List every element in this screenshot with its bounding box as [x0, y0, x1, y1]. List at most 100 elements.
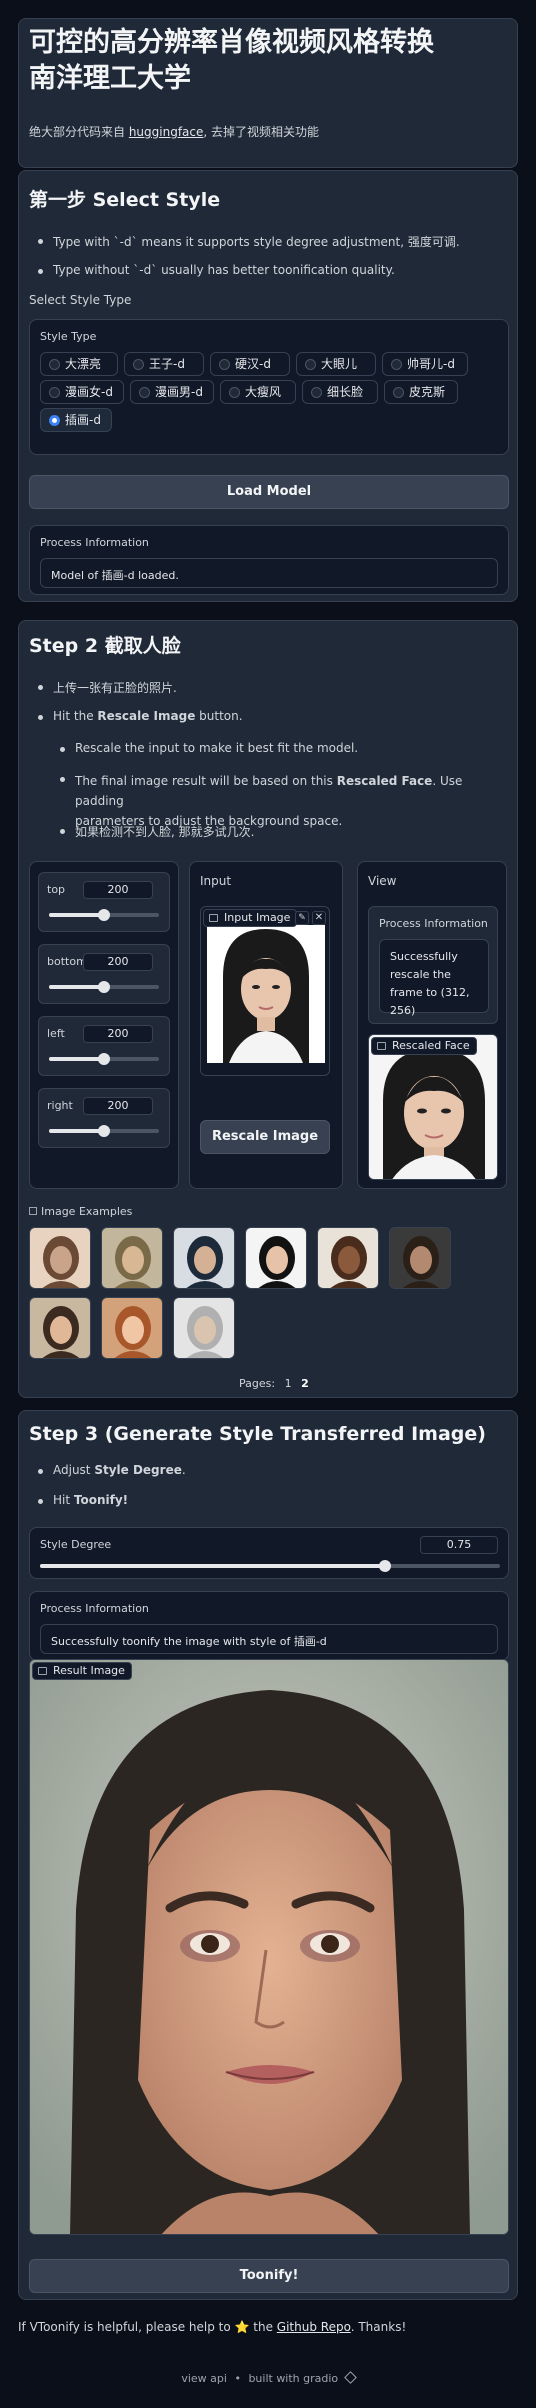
- page-2-link[interactable]: 2: [301, 1377, 309, 1390]
- radio-icon[interactable]: [49, 359, 60, 370]
- radio-icon[interactable]: [391, 359, 402, 370]
- example-portrait: [42, 1306, 80, 1358]
- rescaled-face-tag-label: Rescaled Face: [392, 1039, 470, 1052]
- image-icon: [38, 1667, 47, 1675]
- style-option[interactable]: 王子-d: [124, 352, 204, 376]
- footer-note: If VToonify is helpful, please help to ⭐…: [18, 2320, 406, 2334]
- style-degree-input[interactable]: 0.75: [420, 1536, 498, 1554]
- style-type-group: Style Type 大漂亮 王子-d 硬汉-d 大眼儿 帅哥儿-d 漫画女-d 漫画男-d…: [29, 319, 509, 455]
- example-thumbnail[interactable]: [29, 1297, 91, 1359]
- radio-icon[interactable]: [305, 359, 316, 370]
- step1-process-text: Model of 插画-d loaded.: [40, 558, 498, 588]
- gradio-logo-icon: [343, 2371, 357, 2384]
- pages-label: Pages:: [239, 1377, 276, 1390]
- gradio-footer: view api • built with gradio: [0, 2371, 536, 2385]
- example-thumbnail[interactable]: [245, 1227, 307, 1289]
- example-thumbnail[interactable]: [389, 1227, 451, 1289]
- example-thumbnail[interactable]: [173, 1297, 235, 1359]
- radio-icon[interactable]: [219, 359, 230, 370]
- view-label: View: [368, 874, 397, 888]
- pagination: Pages: 1 2: [239, 1377, 309, 1390]
- radio-icon[interactable]: [393, 387, 404, 398]
- input-image-container[interactable]: Input Image ✎ ✕: [200, 906, 330, 1076]
- step1-bullet-2: Type without `-d` usually has better too…: [38, 263, 395, 277]
- style-option[interactable]: 硬汉-d: [210, 352, 290, 376]
- input-image-tag: Input Image: [203, 909, 298, 927]
- load-model-button[interactable]: Load Model: [29, 475, 509, 509]
- example-thumbnail[interactable]: [101, 1297, 163, 1359]
- style-option[interactable]: 大眼儿: [296, 352, 376, 376]
- style-option[interactable]: 帅哥儿-d: [382, 352, 468, 376]
- padding-slider-thumb[interactable]: [98, 1125, 110, 1137]
- style-degree-fill: [40, 1564, 385, 1568]
- toonify-button[interactable]: Toonify!: [29, 2259, 509, 2293]
- radio-icon[interactable]: [229, 387, 240, 398]
- style-option[interactable]: 皮克斯: [384, 380, 458, 404]
- padding-bottom-control: bottom 200: [38, 944, 170, 1004]
- step2-bullet-1: 上传一张有正脸的照片.: [38, 681, 177, 695]
- style-option[interactable]: 大漂亮: [40, 352, 118, 376]
- step3-bullet-2-prefix: Hit: [53, 1493, 74, 1507]
- example-thumbnail[interactable]: [29, 1227, 91, 1289]
- view-process-text: Successfully rescale the frame to (312, …: [379, 939, 489, 1017]
- sub2-bold: Rescaled Face: [336, 774, 433, 788]
- footer-prefix: If VToonify is helpful, please help to: [18, 2320, 235, 2334]
- step3-bullet-2-bold: Toonify!: [73, 1493, 129, 1507]
- title-line-2: 南洋理工大学: [29, 63, 191, 94]
- radio-icon[interactable]: [49, 387, 60, 398]
- padding-slider-fill: [49, 913, 104, 917]
- radio-icon[interactable]: [139, 387, 150, 398]
- header-panel: 可控的高分辨率肖像视频风格转换 南洋理工大学 绝大部分代码来自 huggingf…: [18, 18, 518, 168]
- style-option[interactable]: 漫画女-d: [40, 380, 124, 404]
- page-1-link[interactable]: 1: [285, 1377, 292, 1390]
- radio-icon[interactable]: [311, 387, 322, 398]
- image-icon: [377, 1042, 386, 1050]
- style-degree-thumb[interactable]: [379, 1560, 391, 1572]
- view-api-link[interactable]: view api: [181, 2372, 227, 2385]
- padding-slider[interactable]: [49, 909, 159, 921]
- example-thumbnail[interactable]: [173, 1227, 235, 1289]
- padding-value-input[interactable]: 200: [83, 953, 153, 971]
- step3-bullet-1-bold: Style Degree: [94, 1463, 182, 1477]
- padding-value-input[interactable]: 200: [83, 1097, 153, 1115]
- style-option-label: 漫画女-d: [65, 385, 113, 399]
- padding-slider-thumb[interactable]: [98, 1053, 110, 1065]
- radio-icon[interactable]: [49, 415, 60, 426]
- step3-bullet-1-suffix: .: [181, 1463, 186, 1477]
- padding-slider[interactable]: [49, 981, 159, 993]
- style-option[interactable]: 细长脸: [302, 380, 378, 404]
- radio-icon[interactable]: [133, 359, 144, 370]
- github-repo-link[interactable]: Github Repo: [277, 2320, 351, 2334]
- step2-bullet-2-suffix: button.: [195, 709, 243, 723]
- intro-text: 绝大部分代码来自 huggingface, 去掉了视频相关功能: [29, 123, 319, 140]
- example-thumbnail[interactable]: [101, 1227, 163, 1289]
- built-with-gradio-link[interactable]: built with gradio: [248, 2372, 338, 2385]
- padding-slider-thumb[interactable]: [98, 909, 110, 921]
- padding-value-input[interactable]: 200: [83, 881, 153, 899]
- padding-left-control: left 200: [38, 1016, 170, 1076]
- padding-slider[interactable]: [49, 1053, 159, 1065]
- close-icon[interactable]: ✕: [312, 911, 326, 925]
- step1-title: 第一步 Select Style: [29, 189, 221, 211]
- rescale-image-button[interactable]: Rescale Image: [200, 1120, 330, 1154]
- view-process-group: Process Information Successfully rescale…: [368, 906, 498, 1024]
- style-option-label: 硬汉-d: [235, 357, 271, 371]
- examples-label-text: Image Examples: [41, 1205, 133, 1218]
- example-portrait: [42, 1236, 80, 1288]
- style-option[interactable]: 大瘦风: [220, 380, 296, 404]
- huggingface-link[interactable]: huggingface: [129, 125, 204, 139]
- title-line-1: 可控的高分辨率肖像视频风格转换: [29, 27, 434, 58]
- example-portrait: [258, 1236, 296, 1288]
- padding-slider[interactable]: [49, 1125, 159, 1137]
- example-portrait: [186, 1306, 224, 1358]
- step2-bullet-2-prefix: Hit the: [53, 709, 98, 723]
- padding-value-input[interactable]: 200: [83, 1025, 153, 1043]
- style-option[interactable]: 插画-d: [40, 408, 112, 432]
- padding-slider-fill: [49, 1057, 104, 1061]
- step3-process-label: Process Information: [40, 1602, 149, 1615]
- style-degree-slider[interactable]: [40, 1560, 500, 1572]
- example-thumbnail[interactable]: [317, 1227, 379, 1289]
- style-option[interactable]: 漫画男-d: [130, 380, 214, 404]
- edit-icon[interactable]: ✎: [295, 911, 309, 925]
- padding-slider-thumb[interactable]: [98, 981, 110, 993]
